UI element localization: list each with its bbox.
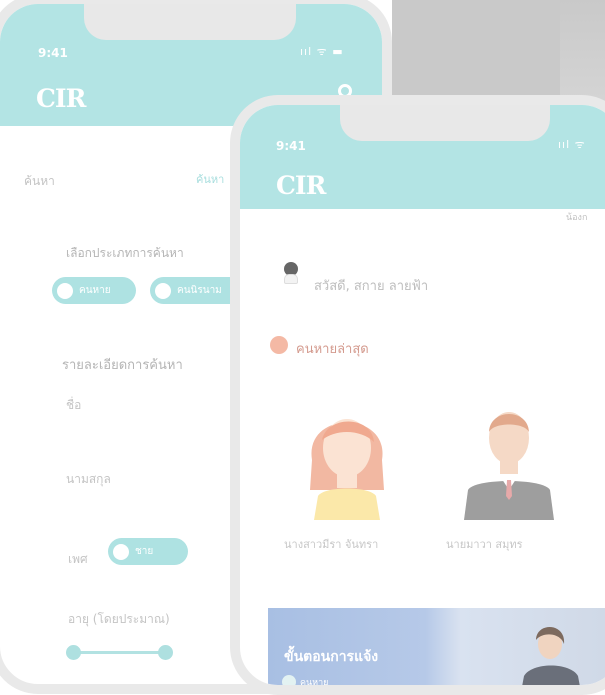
radio-icon <box>113 543 129 560</box>
app-logo: CIR <box>36 84 86 113</box>
status-icons: ııl ᯤ ▬ <box>300 45 344 58</box>
search-link[interactable]: ค้นหา <box>196 170 224 188</box>
front-phone: 9:41 ııl ᯤ CIR สวัสดี, สกาย ลายฟ้า คนหาย… <box>230 95 605 695</box>
banner-title: ขั้นตอนการแจ้ง <box>284 649 379 665</box>
recent-missing-label: คนหายล่าสุด <box>296 342 369 357</box>
female-avatar-icon[interactable] <box>292 390 402 520</box>
radio-icon <box>57 282 73 299</box>
phone-notch <box>84 4 296 40</box>
chip-label: ชาย <box>135 546 154 557</box>
radio-icon <box>155 282 171 299</box>
chip-label: คนนิรนาม <box>177 285 222 296</box>
radio-icon <box>282 675 296 685</box>
user-avatar-icon[interactable] <box>284 262 298 284</box>
age-slider-min-handle[interactable] <box>66 645 81 660</box>
missing-person-icon <box>270 336 288 354</box>
status-time: 9:41 <box>276 139 306 153</box>
male-avatar-icon[interactable] <box>454 390 564 520</box>
chip-label: คนหาย <box>300 678 329 688</box>
person-name[interactable]: นางสาวมีรา จันทรา <box>284 535 378 553</box>
person-name[interactable]: นายมาวา สมุทร <box>446 535 523 553</box>
search-title: ค้นหา <box>24 174 55 188</box>
status-time: 9:41 <box>38 46 68 60</box>
age-slider-track <box>72 651 164 654</box>
name-label[interactable]: ชื่อ <box>66 396 81 415</box>
gender-chip-male[interactable]: ชาย <box>108 538 188 565</box>
greeting-text: สวัสดี, สกาย ลายฟ้า <box>314 279 429 294</box>
status-icons: ııl ᯤ <box>558 138 586 151</box>
banner-chip[interactable]: คนหาย <box>282 672 329 688</box>
edge-text: น้องก <box>566 213 588 223</box>
app-logo: CIR <box>276 171 326 200</box>
surname-label[interactable]: นามสกุล <box>66 470 111 489</box>
select-type-label: เลือกประเภทการค้นหา <box>66 246 184 260</box>
support-agent-icon <box>522 626 580 685</box>
detail-label: รายละเอียดการค้นหา <box>62 358 183 373</box>
age-label: อายุ (โดยประมาณ) <box>68 612 170 626</box>
age-slider-max-handle[interactable] <box>158 645 173 660</box>
gender-label: เพศ <box>68 552 88 566</box>
phone-notch <box>340 105 550 141</box>
chip-label: คนหาย <box>79 285 111 296</box>
type-chip-missing[interactable]: คนหาย <box>52 277 136 304</box>
